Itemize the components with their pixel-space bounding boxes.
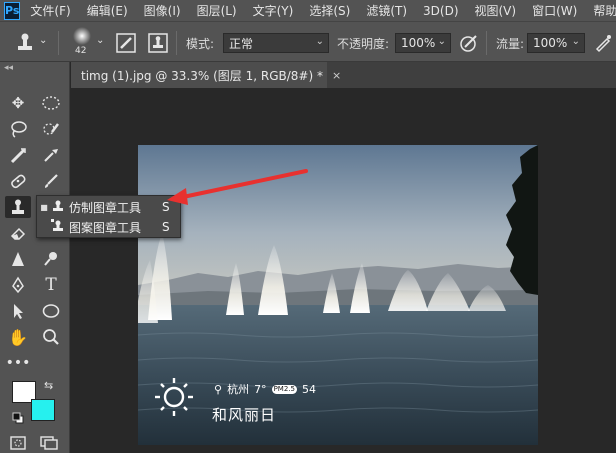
clone-source-panel-icon[interactable]: [148, 33, 168, 56]
brush-size-label: 42: [75, 46, 87, 56]
tools-panel: ◂◂ ✥ T ✋ ••• ⇆: [0, 62, 70, 453]
close-tab-icon[interactable]: ×: [332, 69, 341, 82]
airbrush-icon[interactable]: [593, 33, 613, 56]
stamp-tools-flyout: ■ 仿制图章工具 S 图案图章工具 S: [36, 195, 181, 238]
brush-tool-icon[interactable]: [38, 170, 64, 192]
crop-tool-icon[interactable]: [5, 144, 31, 166]
blur-tool-icon[interactable]: [5, 248, 31, 270]
dodge-tool-icon[interactable]: [38, 248, 64, 270]
zoom-tool-icon[interactable]: [38, 326, 64, 348]
flow-field[interactable]: 100% ⌄: [527, 33, 585, 53]
flyout-item-pattern-stamp[interactable]: 图案图章工具 S: [37, 217, 180, 237]
hand-tool-icon[interactable]: ✋: [5, 326, 31, 348]
watermark-condition: 和风丽日: [212, 406, 277, 424]
mode-chevron-icon: ⌄: [315, 36, 324, 47]
clone-stamp-tool-icon[interactable]: [5, 196, 31, 218]
menu-help[interactable]: 帮助(H): [593, 2, 616, 19]
photoshop-logo: Ps: [4, 1, 21, 20]
flyout-item-shortcut: S: [162, 220, 170, 234]
watermark-location-line: ⚲ 杭州 7° PM2.5 54: [214, 381, 316, 397]
eraser-tool-icon[interactable]: [5, 222, 31, 244]
document-tab[interactable]: timg (1).jpg @ 33.3% (图层 1, RGB/8#) * ×: [71, 62, 341, 88]
menu-layer[interactable]: 图层(L): [197, 2, 237, 19]
location-pin-icon: ⚲: [214, 382, 223, 396]
background-color-swatch[interactable]: [31, 399, 55, 421]
flyout-item-clone-stamp[interactable]: ■ 仿制图章工具 S: [37, 197, 180, 217]
selected-marker-icon: ■: [40, 202, 48, 212]
mode-value: 正常: [229, 36, 254, 51]
menu-edit[interactable]: 编辑(E): [87, 2, 128, 19]
menu-3d[interactable]: 3D(D): [423, 4, 458, 18]
menu-filter[interactable]: 滤镜(T): [366, 2, 407, 19]
options-bar: ⌄ 42 ⌄ 模式: 正常 ⌄ 不透明度: 100% ⌄ 流量: 100% ⌄: [0, 21, 616, 62]
clone-stamp-icon: [51, 199, 69, 216]
opacity-pressure-icon[interactable]: [459, 33, 479, 56]
spot-healing-brush-icon[interactable]: [5, 170, 31, 192]
flow-label: 流量:: [496, 37, 525, 51]
opacity-field[interactable]: 100% ⌄: [395, 33, 451, 53]
brush-settings-icon[interactable]: [116, 33, 136, 56]
menu-file[interactable]: 文件(F): [30, 2, 70, 19]
menu-image[interactable]: 图像(I): [144, 2, 181, 19]
elliptical-marquee-tool-icon[interactable]: [38, 92, 64, 114]
photo-scene: [138, 145, 538, 445]
lasso-tool-icon[interactable]: [5, 118, 31, 140]
type-tool-icon[interactable]: T: [38, 274, 64, 296]
flyout-item-label: 图案图章工具: [69, 220, 142, 235]
tool-preset-chevron-icon[interactable]: ⌄: [39, 35, 47, 46]
brush-picker-chevron-icon[interactable]: ⌄: [96, 35, 104, 46]
flow-value: 100%: [533, 36, 568, 50]
menu-bar: Ps 文件(F) 编辑(E) 图像(I) 图层(L) 文字(Y) 选择(S) 滤…: [0, 0, 616, 21]
swap-colors-icon[interactable]: ⇆: [44, 379, 53, 392]
document-image[interactable]: ⚲ 杭州 7° PM2.5 54 和风丽日: [138, 145, 538, 445]
canvas-area[interactable]: ⚲ 杭州 7° PM2.5 54 和风丽日: [71, 88, 616, 453]
mode-label: 模式:: [186, 37, 215, 51]
menu-view[interactable]: 视图(V): [475, 2, 517, 19]
menu-select[interactable]: 选择(S): [309, 2, 350, 19]
default-colors-icon[interactable]: [12, 412, 24, 427]
watermark-city: 杭州: [227, 383, 250, 396]
document-tab-bar: timg (1).jpg @ 33.3% (图层 1, RGB/8#) * ×: [71, 62, 616, 88]
move-tool-icon[interactable]: ✥: [5, 92, 31, 114]
pattern-stamp-icon: [51, 218, 69, 236]
pen-tool-icon[interactable]: [5, 274, 31, 296]
ellipse-tool-icon[interactable]: [38, 300, 64, 322]
path-selection-tool-icon[interactable]: [5, 300, 31, 322]
watermark-temperature: 7°: [254, 382, 267, 396]
quick-mask-icon[interactable]: [10, 436, 26, 453]
edit-toolbar-icon[interactable]: •••: [5, 352, 31, 374]
opacity-chevron-icon: ⌄: [437, 36, 446, 47]
screen-mode-icon[interactable]: [40, 436, 58, 453]
menu-window[interactable]: 窗口(W): [532, 2, 577, 19]
opacity-label: 不透明度:: [337, 37, 390, 51]
air-quality-value: 54: [301, 382, 316, 396]
menu-type[interactable]: 文字(Y): [253, 2, 294, 19]
eyedropper-tool-icon[interactable]: [38, 144, 64, 166]
clone-stamp-icon[interactable]: [14, 31, 36, 56]
quick-selection-tool-icon[interactable]: [38, 118, 64, 140]
flow-chevron-icon: ⌄: [571, 36, 580, 47]
opacity-value: 100%: [401, 36, 436, 50]
flyout-item-shortcut: S: [162, 200, 170, 214]
mode-select[interactable]: 正常 ⌄: [223, 33, 329, 53]
air-quality-badge: PM2.5: [271, 384, 297, 394]
document-tab-title: timg (1).jpg @ 33.3% (图层 1, RGB/8#) *: [81, 68, 323, 83]
flyout-item-label: 仿制图章工具: [69, 200, 142, 215]
collapse-panel-icon[interactable]: ◂◂: [4, 63, 13, 73]
